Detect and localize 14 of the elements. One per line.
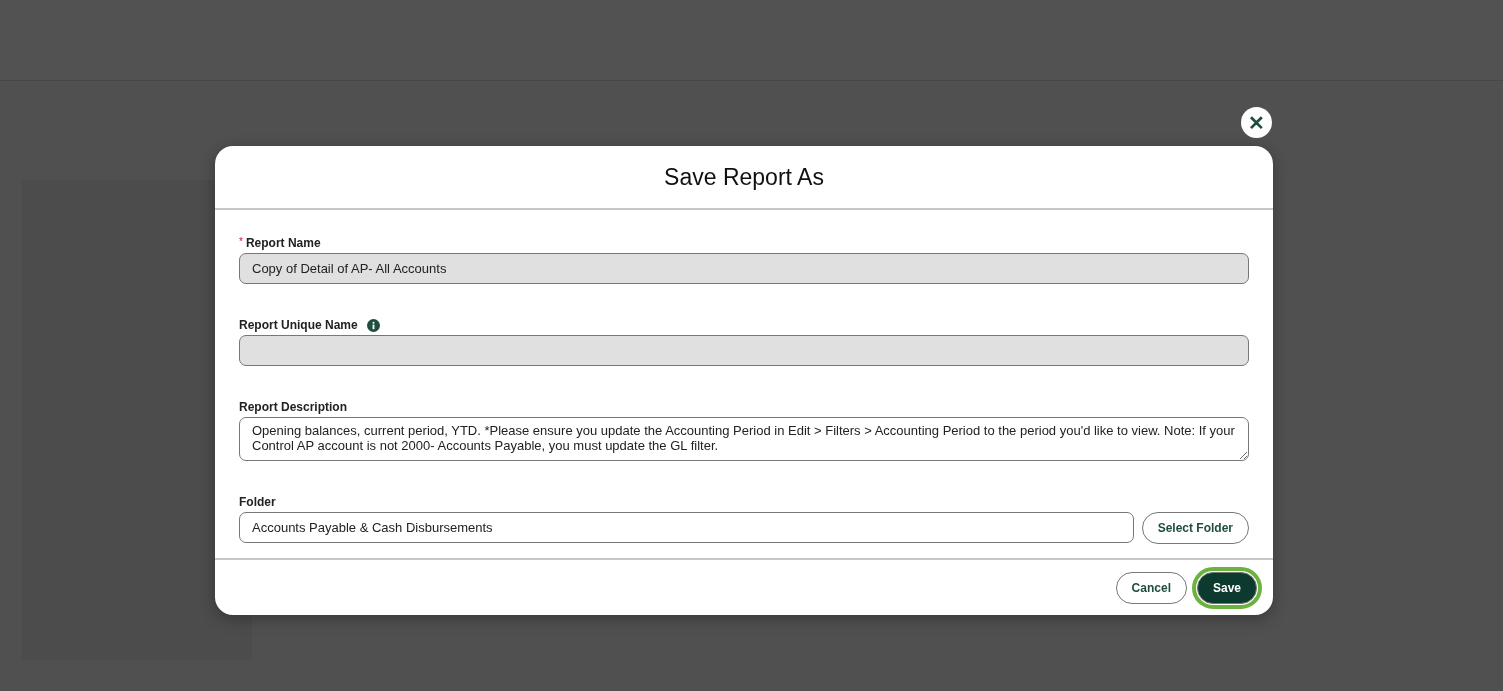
- text-input-field[interactable]: Copy of Detail of AP- All Accounts: [239, 253, 1249, 284]
- text-input-field[interactable]: [239, 335, 1249, 366]
- field-label: Report Description: [239, 400, 347, 414]
- field-label: Report Unique Name: [239, 318, 358, 332]
- field-label: Report Name: [245, 236, 321, 250]
- folder-input-field[interactable]: Accounts Payable & Cash Disbursements: [239, 512, 1134, 543]
- close-button[interactable]: ✕: [1241, 107, 1272, 138]
- dialog-title: Save Report As: [664, 163, 824, 191]
- description-textarea[interactable]: Opening balances, current period, YTD. *Please ensure you update the Accounting Period in Edit > Filters > Accounting Period to the period you'd like to view. Note: If your Control AP account is not 2000- Accounts Payable, you must update the GL filter.: [239, 417, 1249, 461]
- field-label: Folder: [239, 495, 276, 509]
- required-asterisk: *: [239, 236, 243, 247]
- info-icon[interactable]: [366, 318, 380, 332]
- cancel-button[interactable]: Cancel: [1115, 571, 1187, 604]
- select-folder-button[interactable]: Select Folder: [1141, 512, 1249, 544]
